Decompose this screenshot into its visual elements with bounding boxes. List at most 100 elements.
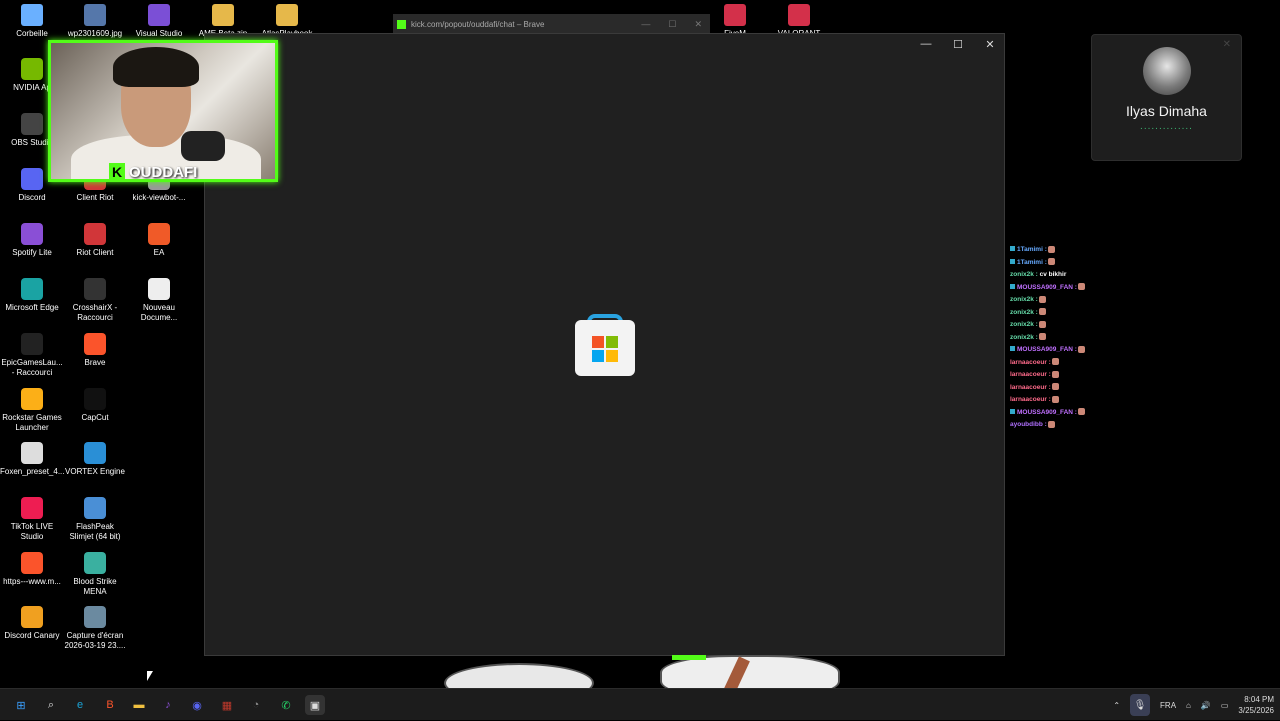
blood-strike-mena-icon bbox=[84, 552, 106, 574]
chat-message: ayoubdibb : bbox=[1010, 419, 1120, 432]
desktop-icon-foxen-preset-4[interactable]: Foxen_preset_4... bbox=[0, 442, 64, 477]
capcut-icon bbox=[84, 388, 106, 410]
chat-message: zonix2k : bbox=[1010, 319, 1120, 332]
chat-username: MOUSSA909_FAN : bbox=[1017, 283, 1077, 291]
microsoft-store-window[interactable]: — ☐ ✕ bbox=[204, 33, 1005, 656]
accent-bar bbox=[672, 655, 706, 660]
desktop-icon-blood-strike-mena[interactable]: Blood Strike MENA bbox=[63, 552, 127, 597]
badge-icon bbox=[1010, 258, 1015, 264]
brave-icon[interactable]: B bbox=[100, 695, 120, 715]
chat-message: zonix2k : bbox=[1010, 307, 1120, 320]
chat-message: zonix2k : bbox=[1010, 332, 1120, 345]
maximize-icon[interactable]: ☐ bbox=[668, 19, 676, 30]
volume-icon[interactable]: 🔊 bbox=[1201, 701, 1211, 710]
chat-username: zonix2k : bbox=[1010, 321, 1038, 328]
desktop: Corbeillewp2301609.jpgVisual StudioAME B… bbox=[0, 0, 1280, 688]
desktop-icon-label: FlashPeak Slimjet (64 bit) bbox=[69, 522, 121, 541]
desktop-icon-label: Riot Client bbox=[76, 248, 114, 257]
whatsapp-icon[interactable]: ✆ bbox=[276, 695, 296, 715]
close-icon[interactable]: ✕ bbox=[694, 19, 702, 30]
desktop-icon-epicgameslau-raccourci[interactable]: EpicGamesLau... - Raccourci bbox=[0, 333, 64, 378]
desktop-icon-crosshairx-raccourci[interactable]: CrosshairX - Raccourci bbox=[63, 278, 127, 323]
clock[interactable]: 8:04 PM 3/25/2026 bbox=[1238, 694, 1274, 716]
desktop-icon-spotify-lite[interactable]: Spotify Lite bbox=[0, 223, 64, 258]
wp2301609-jpg-icon bbox=[84, 4, 106, 26]
desktop-icon-label: Nouveau Docume... bbox=[140, 303, 178, 322]
discord-icon bbox=[21, 168, 43, 190]
chat-username: MOUSSA909_FAN : bbox=[1017, 408, 1077, 416]
search-icon[interactable]: ⌕ bbox=[41, 695, 61, 715]
emote-icon bbox=[1051, 383, 1059, 391]
ea-icon bbox=[148, 223, 170, 245]
chat-username: ayoubdibb : bbox=[1010, 421, 1047, 428]
desktop-icon-label: https---www.m... bbox=[3, 577, 61, 586]
desktop-icon-label: EA bbox=[153, 248, 165, 257]
chat-username: 1Tamimi : bbox=[1017, 246, 1047, 253]
brave-chat-window-titlebar[interactable]: kick.com/popout/ouddafi/chat – Brave — ☐… bbox=[393, 14, 710, 34]
language-indicator[interactable]: FRA bbox=[1160, 701, 1176, 710]
minimize-button[interactable]: — bbox=[920, 38, 932, 51]
desktop-icon-capcut[interactable]: CapCut bbox=[63, 388, 127, 423]
close-icon[interactable]: ✕ bbox=[1223, 39, 1231, 50]
start-icon[interactable]: ⊞ bbox=[11, 695, 31, 715]
chat-message: 1Tamimi : bbox=[1010, 257, 1120, 270]
channel-name: OUDDAFI bbox=[129, 163, 198, 181]
spotify-lite-icon bbox=[21, 223, 43, 245]
chevron-up-icon[interactable]: ⌃ bbox=[1113, 701, 1120, 710]
microsoft-edge-icon bbox=[21, 278, 43, 300]
desktop-icon-vortex-engine[interactable]: VORTEX Engine bbox=[63, 442, 127, 477]
network-icon[interactable]: ⌂ bbox=[1186, 701, 1191, 710]
maximize-button[interactable]: ☐ bbox=[952, 38, 964, 51]
time: 8:04 PM bbox=[1244, 695, 1274, 704]
desktop-icon-rockstar-games-launcher[interactable]: Rockstar Games Launcher bbox=[0, 388, 64, 433]
desktop-icon-corbeille[interactable]: Corbeille bbox=[0, 0, 64, 38]
chat-message: larnaacoeur : bbox=[1010, 382, 1120, 395]
chat-message: zonix2k : bbox=[1010, 294, 1120, 307]
battery-icon[interactable]: ▭ bbox=[1221, 701, 1229, 710]
store-icon[interactable]: ▣ bbox=[305, 695, 325, 715]
desktop-icon-label: Blood Strike MENA bbox=[73, 577, 117, 596]
call-notification[interactable]: ✕ Ilyas Dimaha .............. bbox=[1091, 34, 1242, 161]
crosshairx-raccourci-icon bbox=[84, 278, 106, 300]
caller-name: Ilyas Dimaha bbox=[1126, 103, 1207, 119]
minimize-icon[interactable]: — bbox=[641, 19, 650, 30]
microphone-icon[interactable]: 🎙 bbox=[1130, 694, 1151, 716]
desktop-icon-riot-client[interactable]: Riot Client bbox=[63, 223, 127, 258]
desktop-icon-discord-canary[interactable]: Discord Canary bbox=[0, 606, 64, 641]
chat-username: MOUSSA909_FAN : bbox=[1017, 346, 1077, 353]
chat-message: MOUSSA909_FAN : bbox=[1010, 344, 1120, 357]
desktop-icon-https-www-m[interactable]: https---www.m... bbox=[0, 552, 64, 587]
desktop-icon-capture-d-cran-2026-03-19-23[interactable]: Capture d'écran 2026-03-19 23.... bbox=[63, 606, 127, 651]
desktop-icon-nouveau-docume[interactable]: Nouveau Docume... bbox=[127, 278, 191, 323]
taskbar: ⊞ ⌕ e B ▬ ♪ ◉ ▦ ◔ ✆ ▣ ⌃ 🎙 FRA ⌂ 🔊 ▭ 8:04 PM 3/25/2… bbox=[0, 688, 1280, 720]
desktop-icon-tiktok-live-studio[interactable]: TikTok LIVE Studio bbox=[0, 497, 64, 542]
chat-overlay: 1Tamimi : 1Tamimi : zonix2k : cv bikhir MOU… bbox=[1010, 244, 1120, 432]
webcam-overlay: K OUDDAFI bbox=[48, 40, 278, 182]
desktop-icon-label: CrosshairX - Raccourci bbox=[72, 303, 118, 322]
chat-text: cv bikhir bbox=[1037, 271, 1067, 278]
close-button[interactable]: ✕ bbox=[984, 38, 996, 51]
brave-window-title: kick.com/popout/ouddafi/chat – Brave bbox=[411, 19, 545, 29]
badge-icon bbox=[1010, 283, 1015, 289]
discord-icon[interactable]: ◉ bbox=[187, 695, 207, 715]
edge-icon[interactable]: e bbox=[70, 695, 90, 715]
epicgameslau-raccourci-icon bbox=[21, 333, 43, 355]
desktop-icon-label: EpicGamesLau... - Raccourci bbox=[1, 358, 63, 377]
desktop-icon-visual-studio[interactable]: Visual Studio bbox=[127, 0, 191, 38]
file-explorer-icon[interactable]: ▬ bbox=[129, 695, 149, 715]
chat-username: zonix2k : bbox=[1010, 296, 1038, 303]
discord-canary-icon bbox=[21, 606, 43, 628]
capture-icon[interactable]: ▦ bbox=[217, 695, 237, 715]
desktop-icon-wp2301609-jpg[interactable]: wp2301609.jpg bbox=[63, 0, 127, 38]
obs-studio-icon bbox=[21, 113, 43, 135]
desktop-icon-brave[interactable]: Brave bbox=[63, 333, 127, 368]
desktop-icon-microsoft-edge[interactable]: Microsoft Edge bbox=[0, 278, 64, 313]
timer-icon[interactable]: ◔ bbox=[246, 695, 266, 715]
desktop-icon-label: Microsoft Edge bbox=[5, 303, 59, 312]
foxen-preset-4-icon bbox=[21, 442, 43, 464]
desktop-icon-ea[interactable]: EA bbox=[127, 223, 191, 258]
desktop-icon-flashpeak-slimjet-64-bit[interactable]: FlashPeak Slimjet (64 bit) bbox=[63, 497, 127, 542]
visual-studio-icon bbox=[148, 4, 170, 26]
spotify-icon[interactable]: ♪ bbox=[158, 695, 178, 715]
chat-message: 1Tamimi : bbox=[1010, 244, 1120, 257]
